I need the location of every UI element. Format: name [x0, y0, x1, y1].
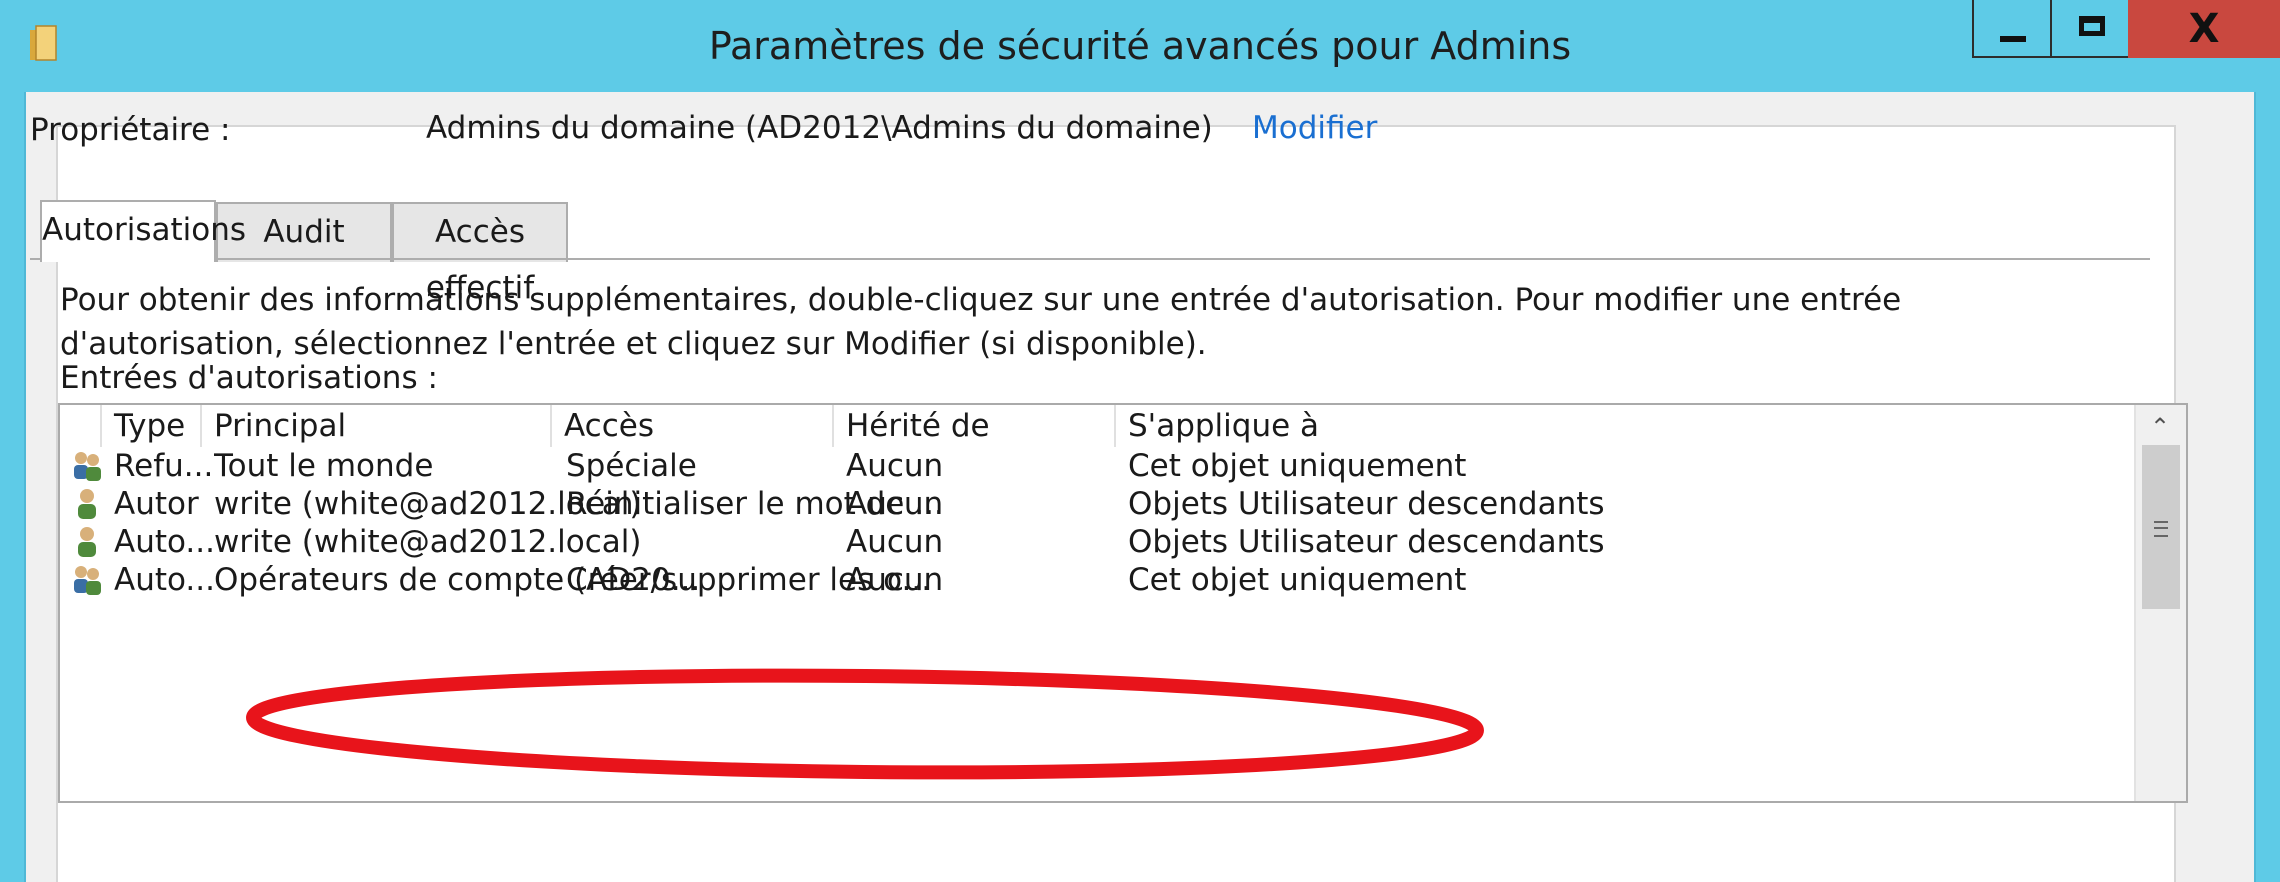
row-applies: Objets Utilisateur descendants [1128, 486, 1605, 522]
row-applies: Objets Utilisateur descendants [1128, 524, 1605, 560]
permission-entries-list[interactable]: Type Principal Accès Hérité de S'appliqu… [58, 403, 2188, 803]
row-applies: Cet objet uniquement [1128, 562, 1467, 598]
maximize-button[interactable] [2050, 0, 2130, 58]
owner-modify-link[interactable]: Modifier [1252, 110, 1377, 146]
minimize-icon [2000, 36, 2026, 42]
scroll-thumb[interactable] [2142, 445, 2180, 609]
user-group-icon [74, 452, 101, 481]
row-principal: write (white@ad2012.local) [214, 524, 642, 560]
row-inherited: Aucun [846, 562, 944, 598]
minimize-button[interactable] [1972, 0, 2050, 58]
close-icon: X [2188, 6, 2220, 52]
row-type: Autor [114, 486, 199, 522]
header-icon-column [60, 405, 102, 447]
row-type: Auto... [114, 562, 215, 598]
row-type: Auto... [114, 524, 215, 560]
header-type[interactable]: Type [102, 405, 202, 447]
title-bar[interactable]: Paramètres de sécurité avancés pour Admi… [0, 0, 2280, 92]
user-icon [78, 489, 96, 519]
table-row[interactable]: Autor write (white@ad2012.local) Réiniti… [60, 485, 2130, 523]
owner-label: Propriétaire : [30, 112, 231, 148]
table-row[interactable]: Auto... Opérateurs de compte (AD20... Cr… [60, 561, 2130, 599]
maximize-icon [2079, 16, 2105, 36]
header-acces[interactable]: Accès [552, 405, 834, 447]
row-type: Refu... [114, 448, 214, 484]
row-principal: Tout le monde [214, 448, 434, 484]
tab-autorisations[interactable]: Autorisations [40, 200, 246, 262]
row-access: Spéciale [566, 448, 697, 484]
row-applies: Cet objet uniquement [1128, 448, 1467, 484]
user-group-icon [74, 566, 101, 595]
vertical-scrollbar[interactable]: ⌃ [2134, 405, 2186, 801]
header-principal[interactable]: Principal [202, 405, 552, 447]
header-herite-de[interactable]: Hérité de [834, 405, 1116, 447]
header-applique-a[interactable]: S'applique à [1116, 405, 1474, 447]
table-row[interactable]: Auto... write (white@ad2012.local) Aucun… [60, 523, 2130, 561]
user-icon [78, 527, 96, 557]
row-inherited: Aucun [846, 448, 944, 484]
close-button[interactable]: X [2128, 0, 2280, 58]
row-inherited: Aucun [846, 524, 944, 560]
tab-divider [30, 258, 2150, 260]
scroll-up-icon[interactable]: ⌃ [2140, 409, 2180, 445]
table-row[interactable]: Refu... Tout le monde Spéciale Aucun Cet… [60, 447, 2130, 485]
window-title: Paramètres de sécurité avancés pour Admi… [708, 24, 1572, 68]
owner-value: Admins du domaine (AD2012\Admins du doma… [426, 110, 1213, 146]
list-header: Type Principal Accès Hérité de S'appliqu… [60, 405, 2130, 447]
row-inherited: Aucun [846, 486, 944, 522]
grip-icon [2154, 521, 2168, 537]
permissions-description: Pour obtenir des informations supplément… [60, 282, 1902, 362]
entries-label: Entrées d'autorisations : [60, 360, 438, 396]
tab-acces-effectif[interactable]: Accès effectif [392, 202, 568, 306]
